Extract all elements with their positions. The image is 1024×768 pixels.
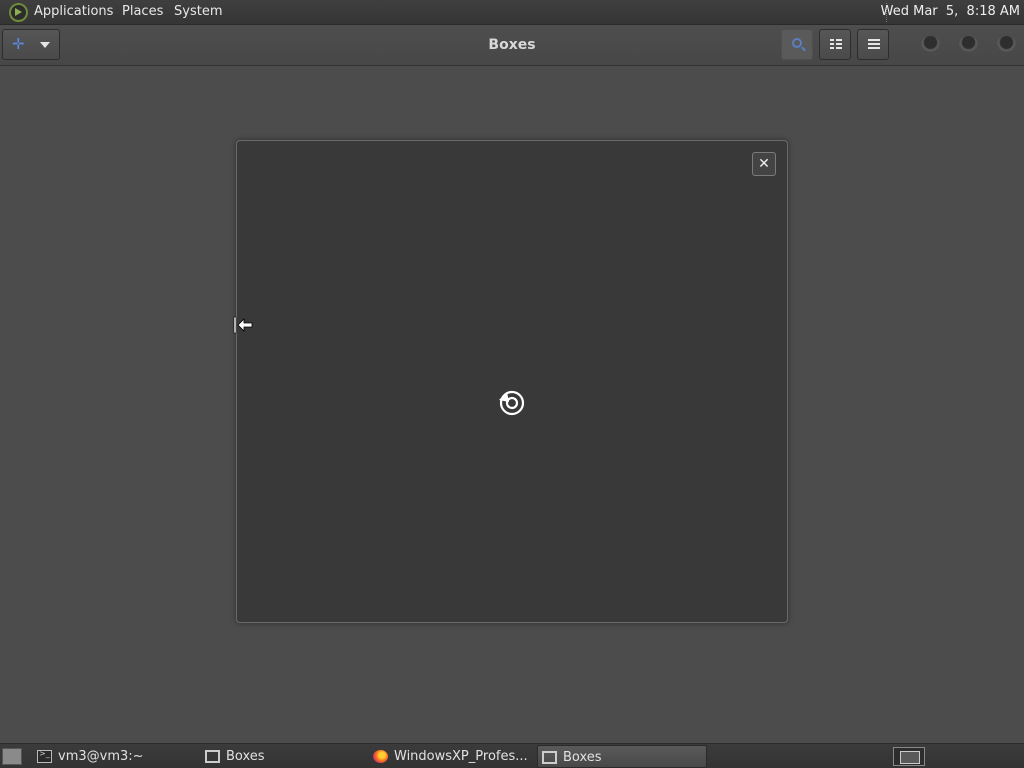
boxes-icon: [542, 751, 557, 764]
list-view-icon: [830, 39, 842, 51]
taskbar-item-firefox[interactable]: WindowsXP_Profes...: [369, 745, 537, 768]
terminal-icon: [37, 749, 52, 763]
system-menu[interactable]: System: [174, 4, 222, 19]
list-view-button[interactable]: [819, 29, 851, 60]
loading-spinner-icon: [499, 390, 525, 416]
resize-cursor-icon: [233, 316, 253, 334]
clock[interactable]: Wed Mar 5, 8:18 AM: [881, 4, 1020, 19]
hamburger-menu-icon: [868, 39, 880, 51]
taskbar-item-label: Boxes: [226, 749, 265, 764]
top-panel: Applications Places System Wed Mar 5, 8:…: [0, 0, 1024, 25]
taskbar-item-terminal[interactable]: vm3@vm3:~: [33, 745, 201, 768]
dialog-close-button[interactable]: ✕: [752, 152, 776, 176]
distro-logo-icon[interactable]: [9, 3, 28, 22]
taskbar: vm3@vm3:~ Boxes WindowsXP_Profes... Boxe…: [0, 743, 1024, 768]
taskbar-item-label: vm3@vm3:~: [58, 749, 144, 764]
taskbar-item-label: WindowsXP_Profes...: [394, 749, 528, 764]
close-window-button[interactable]: [997, 36, 1016, 52]
applications-menu[interactable]: Applications: [34, 4, 113, 19]
minimize-button[interactable]: [921, 36, 940, 52]
search-button[interactable]: [781, 29, 813, 60]
search-icon: [792, 38, 802, 48]
header-bar: ✛ Boxes: [0, 25, 1024, 66]
workspace-switcher[interactable]: [893, 747, 925, 766]
maximize-button[interactable]: [959, 36, 978, 52]
taskbar-item-label: Boxes: [563, 750, 602, 765]
taskbar-item-boxes[interactable]: Boxes: [201, 745, 369, 768]
main-menu-button[interactable]: [857, 29, 889, 60]
places-menu[interactable]: Places: [122, 4, 163, 19]
boxes-icon: [205, 750, 220, 763]
show-desktop-icon[interactable]: [2, 748, 22, 765]
new-box-dialog: ✕: [236, 140, 788, 623]
firefox-icon: [373, 750, 388, 763]
taskbar-item-boxes-active[interactable]: Boxes: [537, 745, 707, 768]
